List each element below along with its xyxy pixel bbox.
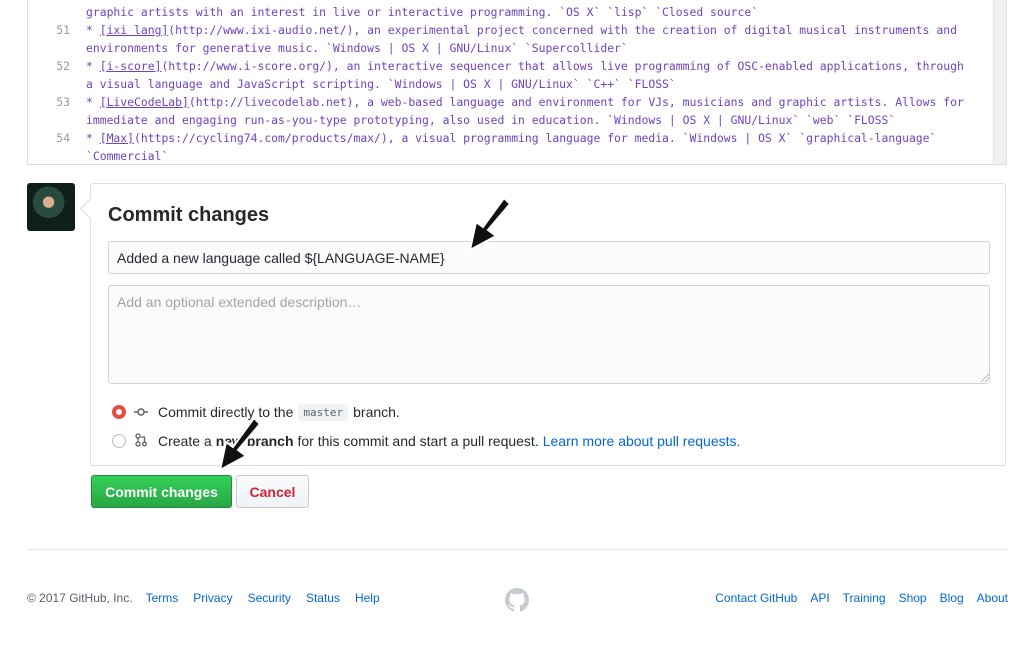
code-link-text: [LiveCodeLab] [99,95,189,109]
code-line: 52 * [i-score](http://www.i-score.org/), … [28,57,964,75]
line-text: environments for generative music. `Wind… [86,39,628,57]
footer-link-terms[interactable]: Terms [146,591,179,605]
pull-request-icon [134,432,148,450]
code-text: * [86,59,100,73]
option-new-branch[interactable]: Create a new branch for this commit and … [112,431,740,451]
code-link-text: [i-score] [99,59,162,73]
radio-commit-direct[interactable] [112,405,126,419]
code-text: (http://www.i-score.org/), an interactiv… [161,59,964,73]
editor-scrollbar[interactable] [993,0,1006,164]
commit-title: Commit changes [108,204,270,226]
footer-divider [27,549,1007,550]
line-text: * [Max](https://cycling74.com/products/m… [86,129,936,147]
line-text: `Commercial` [86,147,169,164]
commit-summary-input[interactable] [108,241,990,274]
resize-grip-icon[interactable] [981,374,989,382]
code-text: (http://www.ixi-audio.net/), an experime… [168,23,957,37]
code-text: a visual language and JavaScript scripti… [86,77,676,91]
footer-link-help[interactable]: Help [355,591,380,605]
line-text: * [ixi lang](http://www.ixi-audio.net/),… [86,21,957,39]
footer-link-contact[interactable]: Contact GitHub [715,591,797,605]
option-direct-text-after: branch. [353,404,400,420]
line-number: 53 [56,95,70,109]
footer-link-status[interactable]: Status [306,591,340,605]
code-line: immediate and engaging run-as-you-type p… [28,111,895,129]
code-text: graphic artists with an interest in live… [86,5,759,19]
git-commit-icon [134,405,148,420]
code-text: * [86,23,100,37]
code-text: immediate and engaging run-as-you-type p… [86,113,896,127]
line-text: * [i-score](http://www.i-score.org/), an… [86,57,964,75]
line-text: * [LiveCodeLab](http://livecodelab.net),… [86,93,964,111]
code-text: (http://livecodelab.net), a web-based la… [188,95,964,109]
commit-changes-button[interactable]: Commit changes [91,475,232,508]
line-text: graphic artists with an interest in live… [86,3,758,21]
line-number: 51 [56,23,70,37]
github-logo-icon[interactable] [505,588,529,612]
footer-link-api[interactable]: API [810,591,829,605]
footer-link-privacy[interactable]: Privacy [193,591,232,605]
radio-new-branch[interactable] [112,434,126,448]
code-text: environments for generative music. `Wind… [86,41,628,55]
footer-right: Contact GitHub API Training Shop Blog Ab… [702,591,1008,605]
code-line: 54 * [Max](https://cycling74.com/products… [28,129,936,147]
annotation-arrow-icon [466,196,512,252]
avatar [27,183,75,231]
line-text: immediate and engaging run-as-you-type p… [86,111,895,129]
code-line: graphic artists with an interest in live… [28,3,758,21]
code-text: * [86,131,100,145]
code-line: 51 * [ixi lang](http://www.ixi-audio.net/… [28,21,957,39]
code-line: environments for generative music. `Wind… [28,39,628,57]
branch-name: master [298,403,349,421]
annotation-arrow-icon [216,416,262,472]
line-text: a visual language and JavaScript scripti… [86,75,676,93]
code-text: (https://cycling74.com/products/max/), a… [134,131,937,145]
learn-more-link[interactable]: Learn more about pull requests. [543,433,741,449]
code-line: a visual language and JavaScript scripti… [28,75,676,93]
commit-description-input[interactable] [108,285,990,384]
cancel-button[interactable]: Cancel [236,475,309,508]
option-new-text-before: Create a [158,433,212,449]
line-number: 54 [56,131,70,145]
code-line: `Commercial` [28,147,169,164]
footer-link-security[interactable]: Security [248,591,291,605]
code-text: `Commercial` [86,149,169,163]
code-line: 53 * [LiveCodeLab](http://livecodelab.net… [28,93,964,111]
footer-link-blog[interactable]: Blog [940,591,964,605]
footer-link-shop[interactable]: Shop [899,591,927,605]
footer-link-training[interactable]: Training [843,591,886,605]
option-new-text-after: for this commit and start a pull request… [297,433,539,449]
copyright: © 2017 GitHub, Inc. [27,591,133,605]
footer-left: © 2017 GitHub, Inc. Terms Privacy Securi… [27,591,395,605]
code-text: * [86,95,100,109]
code-link-text: [ixi lang] [99,23,169,37]
code-link-text: [Max] [99,131,135,145]
line-number: 52 [56,59,70,73]
file-editor[interactable]: graphic artists with an interest in live… [27,0,1007,165]
footer-link-about[interactable]: About [977,591,1008,605]
